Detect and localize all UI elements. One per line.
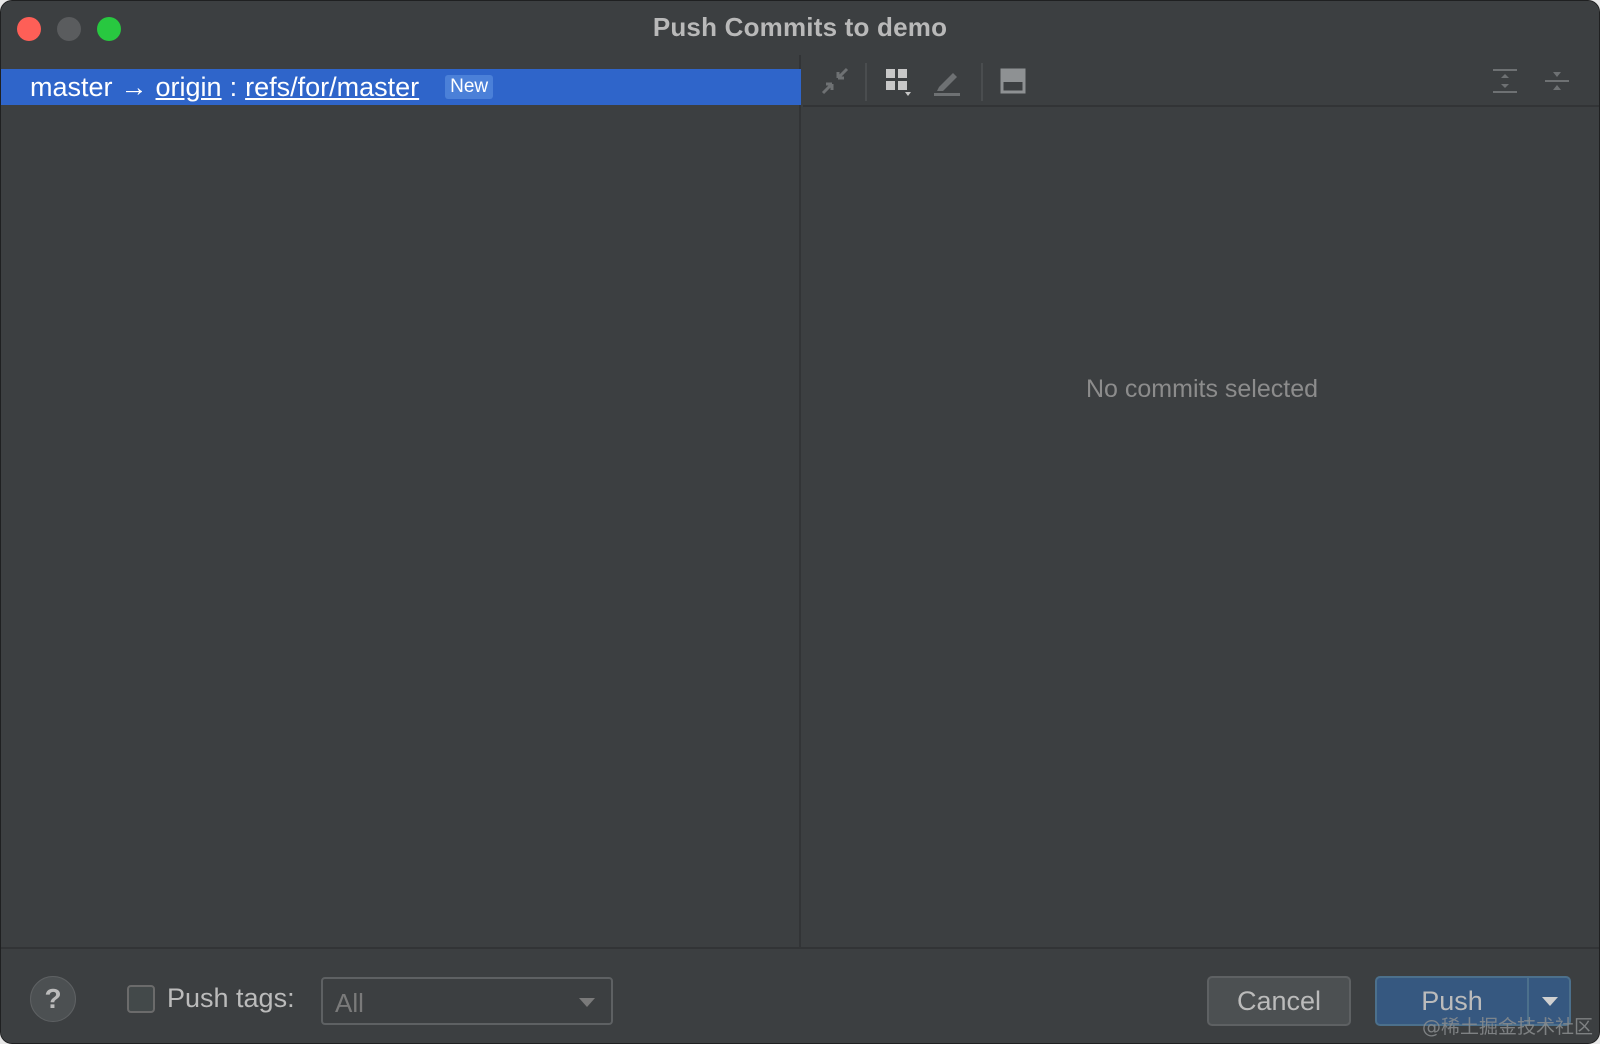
local-branch-name: master [30, 71, 113, 102]
title-bar: Push Commits to demo [1, 1, 1599, 55]
edit-icon[interactable] [929, 63, 965, 99]
toolbar-separator [981, 63, 983, 101]
chevron-down-icon [577, 995, 597, 1014]
new-branch-badge: New [445, 75, 494, 99]
watermark-text: @稀土掘金技术社区 [1421, 1016, 1593, 1038]
toolbar-separator [865, 63, 867, 101]
push-commits-dialog: Push Commits to demo master → origin : r… [0, 0, 1600, 1044]
target-ref-link[interactable]: refs/for/master [245, 72, 419, 103]
preview-icon[interactable] [995, 63, 1031, 99]
remote-link[interactable]: origin [156, 72, 222, 103]
push-tags-checkbox[interactable] [127, 985, 155, 1013]
push-targets-panel: master → origin : refs/for/master New [1, 55, 801, 947]
cancel-button[interactable]: Cancel [1207, 976, 1351, 1026]
group-by-icon[interactable] [881, 63, 917, 99]
expand-all-icon[interactable] [1487, 63, 1523, 99]
chevron-down-icon [1542, 997, 1558, 1006]
branch-push-row[interactable]: master → origin : refs/for/master New [1, 69, 801, 105]
collapse-icon[interactable] [817, 63, 853, 99]
commit-details-panel: No commits selected [803, 55, 1599, 947]
push-tags-label: Push tags: [167, 983, 295, 1013]
push-arrow: → [120, 71, 148, 102]
dialog-footer: ? Push tags: All Cancel Push @稀土掘金技术社区 [1, 947, 1599, 1043]
help-button[interactable]: ? [30, 976, 76, 1022]
details-toolbar [803, 55, 1599, 107]
ref-separator: : [229, 71, 238, 102]
no-commits-message: No commits selected [1085, 375, 1319, 403]
push-tags-select-value: All [335, 988, 364, 1018]
collapse-all-icon[interactable] [1539, 63, 1575, 99]
push-tags-select[interactable]: All [321, 977, 613, 1025]
window-title: Push Commits to demo [652, 12, 948, 42]
